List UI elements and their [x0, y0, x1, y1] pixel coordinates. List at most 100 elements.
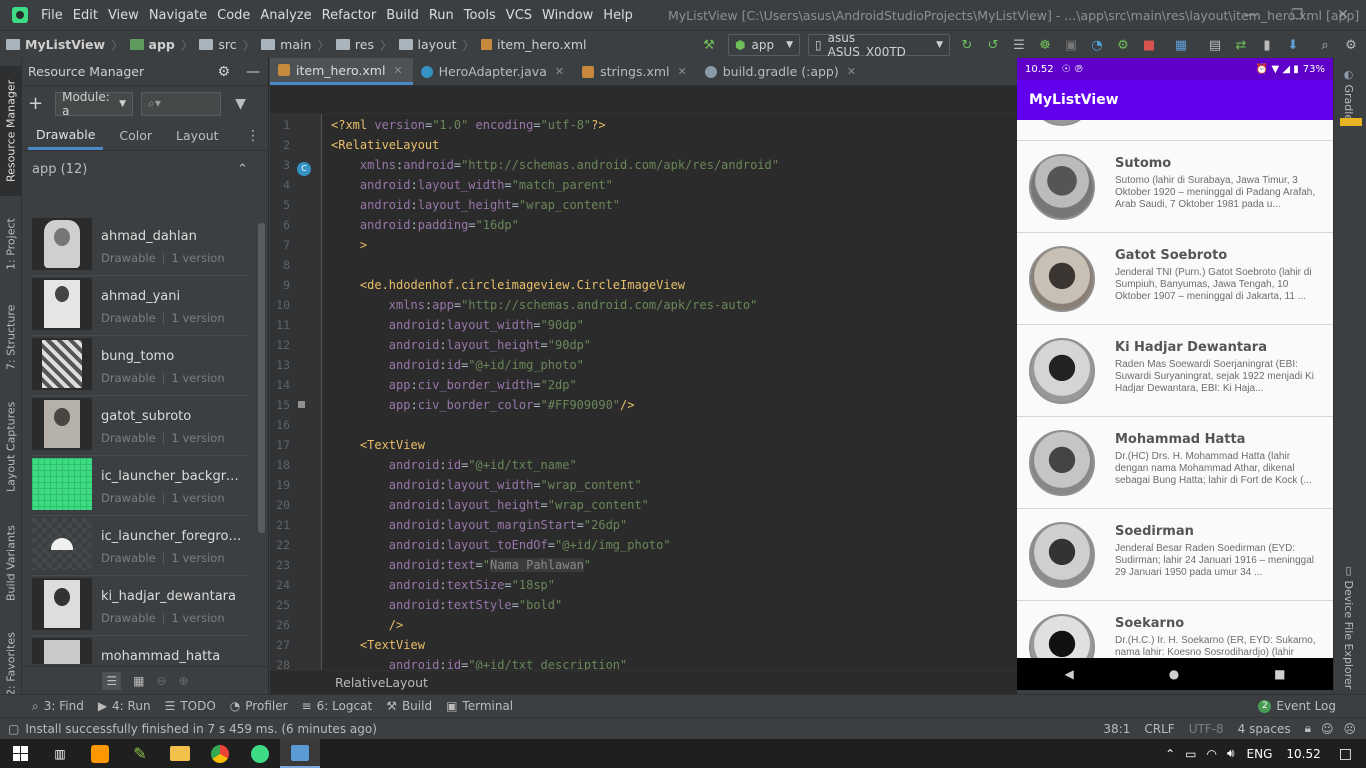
hero-list[interactable]: Sutomo Sutomo (lahir di Surabaya, Jawa T…	[1017, 120, 1333, 658]
close-tab-icon[interactable]: ✕	[678, 65, 687, 78]
close-tab-icon[interactable]: ✕	[847, 65, 856, 78]
apply-changes-restart-icon[interactable]: ↻	[958, 34, 976, 56]
feedback-smile-icon[interactable]: ☺	[1321, 722, 1334, 736]
avd-manager-icon[interactable]: ▤	[1206, 34, 1224, 56]
gear-icon[interactable]: ⚙	[217, 64, 230, 80]
tool-tab-build-variants[interactable]: Build Variants	[0, 513, 22, 613]
hero-item[interactable]: Mohammad Hatta Dr.(HC) Drs. H. Mohammad …	[1017, 417, 1333, 509]
menu-refactor[interactable]: Refactor	[317, 8, 382, 23]
list-view-icon[interactable]: ☰	[102, 671, 122, 690]
indent-setting[interactable]: 4 spaces	[1238, 722, 1291, 736]
class-gutter-icon[interactable]: C	[297, 162, 311, 176]
breadcrumb-layout[interactable]: layout 〉	[398, 35, 475, 54]
hero-item[interactable]: Soedirman Jenderal Besar Raden Soedirman…	[1017, 509, 1333, 601]
tool-tab-favorites[interactable]: 2: Favorites	[0, 624, 22, 704]
menu-vcs[interactable]: VCS	[501, 8, 537, 23]
chrome-icon[interactable]	[200, 739, 240, 768]
battery-tray-icon[interactable]: ▭	[1185, 747, 1196, 761]
tool-find[interactable]: ⌕ 3: Find	[32, 699, 84, 714]
tab-item-hero-xml[interactable]: item_hero.xml ✕	[270, 58, 413, 85]
tool-todo[interactable]: ☰ TODO	[165, 699, 216, 713]
filter-icon[interactable]: ▼	[235, 96, 246, 112]
tool-tab-layout-captures[interactable]: Layout Captures	[0, 392, 22, 502]
menu-navigate[interactable]: Navigate	[144, 8, 212, 23]
language-indicator[interactable]: ENG	[1247, 747, 1273, 761]
app-pen-icon[interactable]: ✎	[120, 739, 160, 768]
tab-hero-adapter-java[interactable]: HeroAdapter.java ✕	[413, 58, 574, 85]
resource-item-ahmad-yani[interactable]: ahmad_yani Drawable | 1 version	[32, 276, 247, 336]
taskbar-clock[interactable]: 10.52	[1286, 747, 1320, 761]
menu-help[interactable]: Help	[598, 8, 638, 23]
breadcrumb-main[interactable]: main 〉	[261, 35, 330, 54]
menu-window[interactable]: Window	[537, 8, 598, 23]
run-list-icon[interactable]: ☰	[1010, 34, 1028, 56]
attach-debugger-icon[interactable]: ⚙	[1114, 34, 1132, 56]
caret-position[interactable]: 38:1	[1103, 722, 1130, 736]
sublime-text-icon[interactable]	[80, 739, 120, 768]
resource-search-input[interactable]: ⌕▾	[141, 91, 222, 116]
close-window-icon[interactable]: ✕	[1320, 0, 1366, 30]
hammer-build-icon[interactable]: ⚒	[698, 34, 720, 56]
hero-item[interactable]: Soekarno Dr.(H.C.) Ir. H. Soekarno (ER, …	[1017, 601, 1333, 658]
recents-icon[interactable]: ■	[1274, 667, 1285, 681]
resource-item-mohammad-hatta[interactable]: mohammad_hatta	[32, 636, 247, 664]
module-select[interactable]: Module: a ▼	[55, 90, 134, 118]
menu-tools[interactable]: Tools	[459, 8, 501, 23]
tool-terminal[interactable]: ▣ Terminal	[446, 699, 513, 713]
menu-file[interactable]: File	[36, 8, 68, 23]
hero-item[interactable]: Sutomo Sutomo (lahir di Surabaya, Jawa T…	[1017, 141, 1333, 233]
tool-run[interactable]: ▶ 4: Run	[98, 699, 151, 713]
breadcrumb-file[interactable]: item_hero.xml	[481, 37, 586, 52]
project-structure-icon[interactable]: ▦	[1172, 34, 1190, 56]
close-tab-icon[interactable]: ✕	[393, 64, 402, 77]
resource-item-ic-launcher-foreground[interactable]: ic_launcher_foregrou... Drawable | 1 versi…	[32, 516, 247, 576]
windows-start-icon[interactable]	[0, 739, 40, 768]
device-screen[interactable]: 10.52 ☉ ℗ ⏰ ▼ ◢ ▮ 73% MyListView Sutomo …	[1017, 58, 1333, 690]
search-icon[interactable]: ⌕	[1316, 34, 1334, 56]
profile-icon[interactable]: ◔	[1088, 34, 1106, 56]
debug-icon[interactable]: ☸	[1036, 34, 1054, 56]
color-swatch-icon[interactable]	[298, 401, 305, 408]
hide-panel-icon[interactable]: —	[246, 64, 260, 80]
home-icon[interactable]: ●	[1169, 667, 1179, 681]
tool-tab-device-file-explorer[interactable]: ▯ Device File Explorer	[1342, 564, 1355, 689]
hero-item[interactable]: Gatot Soebroto Jenderal TNI (Purn.) Gato…	[1017, 233, 1333, 325]
menu-analyze[interactable]: Analyze	[255, 8, 316, 23]
tool-build[interactable]: ⚒ Build	[386, 699, 432, 713]
run-config-select[interactable]: ⬢ app ▼	[728, 34, 800, 56]
apply-code-changes-icon[interactable]: ↺	[984, 34, 1002, 56]
add-resource-icon[interactable]: +	[28, 93, 43, 114]
task-view-icon[interactable]: ▥	[40, 739, 80, 768]
more-options-icon[interactable]: ⋮	[246, 121, 260, 150]
stop-icon[interactable]: ■	[1140, 34, 1158, 56]
resource-item-ic-launcher-background[interactable]: ic_launcher_backgrou... Drawable | 1 versi…	[32, 456, 247, 516]
tray-chevron-up-icon[interactable]: ⌃	[1165, 747, 1175, 761]
tool-logcat[interactable]: ≡ 6: Logcat	[302, 699, 373, 713]
lock-icon[interactable]: 🔒︎	[1305, 721, 1311, 736]
hero-item[interactable]: Ki Hadjar Dewantara Raden Mas Soewardi S…	[1017, 325, 1333, 417]
zoom-in-icon[interactable]: ⊕	[179, 674, 189, 688]
menu-run[interactable]: Run	[424, 8, 459, 23]
tab-layout[interactable]: Layout	[168, 121, 227, 150]
back-icon[interactable]: ◀	[1064, 667, 1073, 681]
notification-center-icon[interactable]: □	[1339, 746, 1352, 762]
tab-strings-xml[interactable]: strings.xml ✕	[574, 58, 697, 85]
tab-color[interactable]: Color	[111, 121, 160, 150]
menu-edit[interactable]: Edit	[68, 8, 103, 23]
sync-gradle-icon[interactable]: ⇄	[1232, 34, 1250, 56]
sdk-manager-icon[interactable]: ⬇	[1284, 34, 1302, 56]
zoom-out-icon[interactable]: ⊖	[156, 674, 166, 688]
resource-item-ahmad-dahlan[interactable]: ahmad_dahlan Drawable | 1 version	[32, 216, 247, 276]
minimize-icon[interactable]: —	[1228, 0, 1274, 30]
device-select[interactable]: ▯ asus ASUS_X00TD ▼	[808, 31, 950, 59]
file-explorer-icon[interactable]	[160, 739, 200, 768]
tool-tab-structure[interactable]: 7: Structure	[0, 292, 22, 382]
breadcrumb-src[interactable]: src 〉	[199, 35, 255, 54]
tool-tab-gradle[interactable]: ◐ Gradle	[1342, 68, 1355, 121]
close-tab-icon[interactable]: ✕	[555, 65, 564, 78]
tool-profiler[interactable]: ◔ Profiler	[230, 699, 288, 713]
resource-item-bung-tomo[interactable]: bung_tomo Drawable | 1 version	[32, 336, 247, 396]
scrollbar-thumb[interactable]	[258, 223, 265, 533]
tool-event-log[interactable]: 2 Event Log	[1258, 699, 1336, 713]
panel-toggle-icon[interactable]: ▢	[8, 722, 19, 736]
